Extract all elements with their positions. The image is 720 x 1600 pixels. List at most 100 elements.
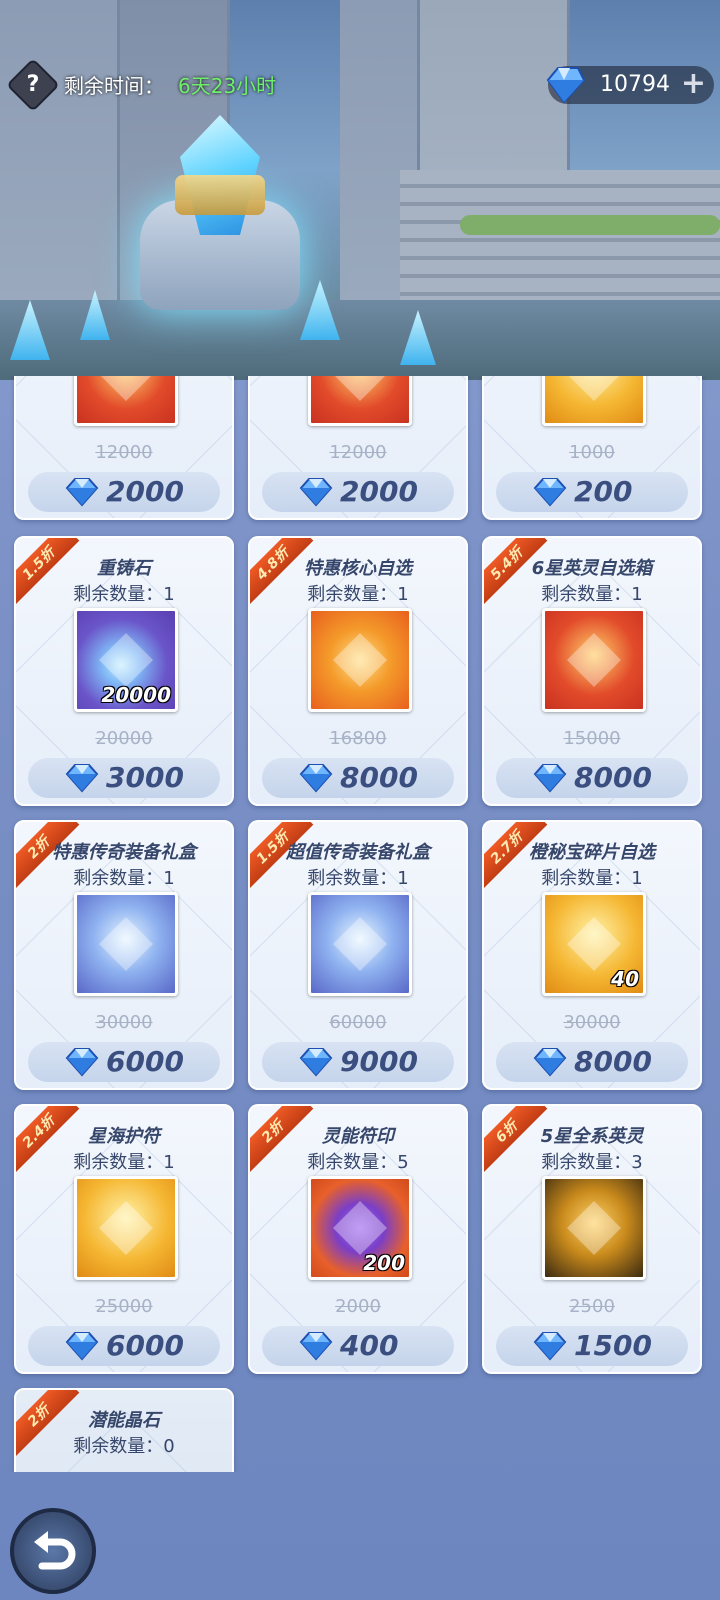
buy-button[interactable]: 2000 [28, 472, 220, 512]
sale-price: 8000 [340, 761, 418, 794]
original-price: 15000 [563, 728, 621, 749]
shop-item-card[interactable]: 2折 潜能晶石 剩余数量：0 [14, 1388, 234, 1472]
diamond-icon [65, 1048, 99, 1077]
armor-icon [308, 892, 412, 996]
add-currency-button[interactable]: + [681, 68, 706, 100]
help-button[interactable]: ? [6, 58, 60, 112]
banner-ground [0, 300, 720, 380]
buy-button[interactable]: 3000 [28, 758, 220, 798]
back-button[interactable] [10, 1508, 96, 1594]
diamond-icon [299, 1332, 333, 1361]
sale-price: 200 [574, 475, 633, 508]
item-name: 特惠核心自选 [304, 558, 412, 579]
item-name: 特惠传奇装备礼盒 [52, 842, 196, 863]
sale-price: 8000 [574, 761, 652, 794]
original-price: 20000 [95, 728, 153, 749]
banner-wall [0, 0, 120, 300]
shop-item-card[interactable]: 2折 特惠传奇装备礼盒 剩余数量：1 30000 6000 [14, 820, 234, 1090]
item-art [99, 633, 153, 687]
original-price: 12000 [95, 442, 153, 463]
remaining-quantity: 剩余数量：1 [307, 868, 409, 889]
shop-item-card[interactable]: 12000 2000 [14, 376, 234, 520]
sale-price: 8000 [574, 1045, 652, 1078]
item-art [567, 917, 621, 971]
banner-grass [460, 215, 720, 235]
shop-item-card[interactable]: 6折 5星全系英灵 剩余数量：3 2500 1500 [482, 1104, 702, 1374]
back-arrow-icon [34, 1531, 76, 1570]
item-art [333, 1201, 387, 1255]
item-art [99, 917, 153, 971]
item-name: 星海护符 [88, 1126, 160, 1147]
sale-price: 400 [340, 1329, 399, 1362]
chest-icon [542, 376, 646, 426]
sale-price: 6000 [106, 1329, 184, 1362]
item-quantity: 40 [611, 967, 639, 991]
shop-item-card[interactable]: 1000 200 [482, 376, 702, 520]
item-quantity: 200 [363, 1251, 405, 1275]
shop-item-card[interactable]: 2.4折 星海护符 剩余数量：1 25000 6000 [14, 1104, 234, 1374]
shop-item-card[interactable]: 5.4折 6星英灵自选箱 剩余数量：1 15000 8000 [482, 536, 702, 806]
help-icon: ? [26, 72, 40, 97]
original-price: 60000 [329, 1012, 387, 1033]
original-price: 1000 [569, 442, 615, 463]
shop-item-card[interactable]: 2.7折 橙秘宝碎片自选 剩余数量：1 40 30000 8000 [482, 820, 702, 1090]
crystal-icon: 20000 [74, 608, 178, 712]
remaining-quantity: 剩余数量：0 [73, 1436, 175, 1457]
diamond-icon [546, 67, 586, 104]
original-price: 25000 [95, 1296, 153, 1317]
sale-price: 9000 [340, 1045, 418, 1078]
item-art [567, 633, 621, 687]
item-art [333, 633, 387, 687]
original-price: 30000 [95, 1012, 153, 1033]
remaining-time-label: 剩余时间： [64, 74, 164, 98]
item-name: 5星全系英灵 [540, 1126, 644, 1147]
buy-button[interactable]: 2000 [262, 472, 454, 512]
shop-item-card[interactable]: 12000 2000 [248, 376, 468, 520]
diamond-icon [299, 1048, 333, 1077]
sale-price: 3000 [106, 761, 184, 794]
remaining-quantity: 剩余数量：1 [73, 868, 175, 889]
diamond-icon [533, 1048, 567, 1077]
buy-button[interactable]: 8000 [496, 758, 688, 798]
currency-display: 10794 + [546, 66, 714, 104]
amulet-icon [74, 1176, 178, 1280]
sale-price: 6000 [106, 1045, 184, 1078]
original-price: 2000 [335, 1296, 381, 1317]
sale-price: 2000 [340, 475, 418, 508]
item-art [333, 376, 387, 401]
original-price: 12000 [329, 442, 387, 463]
item-quantity: 20000 [101, 683, 171, 707]
diamond-icon [533, 478, 567, 507]
shop-item-card[interactable]: 1.5折 重铸石 剩余数量：1 20000 20000 3000 [14, 536, 234, 806]
item-art [99, 376, 153, 401]
item-name: 潜能晶石 [88, 1410, 160, 1431]
remaining-time-value: 6天23小时 [178, 74, 277, 98]
original-price: 16800 [329, 728, 387, 749]
gold-crown-icon [175, 175, 265, 215]
diamond-icon [299, 478, 333, 507]
buy-button[interactable]: 8000 [262, 758, 454, 798]
buy-button[interactable]: 200 [496, 472, 688, 512]
buy-button[interactable]: 1500 [496, 1326, 688, 1366]
buy-button[interactable]: 9000 [262, 1042, 454, 1082]
item-name: 重铸石 [97, 558, 151, 579]
buy-button[interactable]: 6000 [28, 1326, 220, 1366]
remaining-quantity: 剩余数量：3 [541, 1152, 643, 1173]
item-name: 超值传奇装备礼盒 [286, 842, 430, 863]
diamond-icon [65, 764, 99, 793]
buy-button[interactable]: 6000 [28, 1042, 220, 1082]
shop-item-grid[interactable]: 12000 2000 12000 2000 1000 200 1.5折 重铸石 剩余数量：1 20… [0, 376, 720, 1472]
shop-item-card[interactable]: 4.8折 特惠核心自选 剩余数量：1 16800 8000 [248, 536, 468, 806]
remaining-quantity: 剩余数量：1 [541, 868, 643, 889]
buy-button[interactable]: 8000 [496, 1042, 688, 1082]
remaining-quantity: 剩余数量：1 [73, 584, 175, 605]
card-icon [308, 608, 412, 712]
banner-stairs [400, 170, 720, 320]
orb-icon [74, 376, 178, 426]
buy-button[interactable]: 400 [262, 1326, 454, 1366]
shop-item-card[interactable]: 1.5折 超值传奇装备礼盒 剩余数量：1 60000 9000 [248, 820, 468, 1090]
shop-item-card[interactable]: 2折 灵能符印 剩余数量：5 200 2000 400 [248, 1104, 468, 1374]
armor-icon [74, 892, 178, 996]
item-art [567, 1201, 621, 1255]
sale-price: 2000 [106, 475, 184, 508]
